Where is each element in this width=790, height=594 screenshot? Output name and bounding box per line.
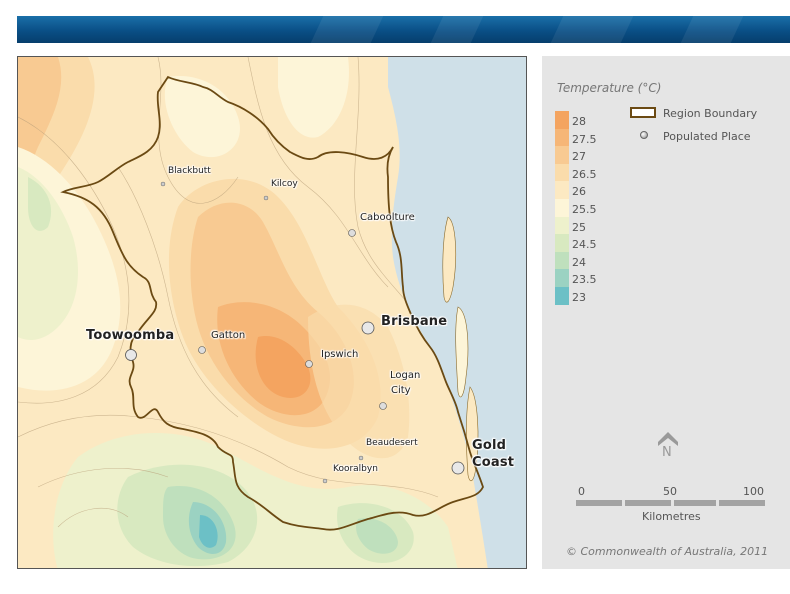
place-marker-brisbane[interactable] [361,321,375,335]
place-marker-gold-coast[interactable] [451,461,465,475]
place-marker-beaudesert[interactable] [358,455,364,461]
place-marker-kilcoy[interactable] [263,195,269,201]
banner-decoration [550,16,634,43]
scale-swatch [555,181,569,200]
scalebar-tick-0: 0 [578,485,585,498]
temperature-map[interactable]: Blackbutt Kilcoy Caboolture Brisbane Too… [17,56,527,569]
place-label-blackbutt: Blackbutt [168,166,211,176]
place-label-gold-coast-line2: Coast [472,455,515,470]
legend-panel: Temperature (°C) 28 27.5 27 26.5 26 25.5 25 24.… [542,56,790,569]
scale-swatch [555,163,569,182]
place-label-beaudesert: Beaudesert [366,438,418,448]
scale-swatch [555,234,569,253]
scale-label: 26.5 [572,167,597,181]
place-marker-toowoomba[interactable] [125,349,137,361]
place-marker-blackbutt[interactable] [160,181,166,187]
place-label-logan-line1: Logan [390,370,421,381]
scalebar-tick-100: 100 [743,485,764,498]
copyright-notice: © Commonwealth of Australia, 2011 [566,545,769,558]
scale-swatch [555,111,569,130]
scalebar-tick-50: 50 [663,485,677,498]
region-boundary-label: Region Boundary [663,107,758,120]
place-label-caboolture: Caboolture [360,212,415,223]
populated-place-label: Populated Place [663,130,751,143]
scale-label: 25.5 [572,203,597,216]
place-label-brisbane: Brisbane [381,314,448,329]
scale-swatch [555,269,569,288]
banner-decoration [430,16,484,43]
scale-label: 23 [572,291,586,304]
place-label-ipswich: Ipswich [321,349,359,360]
place-marker-kooralbyn[interactable] [322,478,328,484]
place-marker-ipswich[interactable] [305,360,313,368]
place-label-kilcoy: Kilcoy [271,179,298,189]
place-label-kooralbyn: Kooralbyn [333,464,378,474]
scale-label: 27 [572,150,586,164]
header-banner [17,16,790,43]
place-label-toowoomba: Toowoomba [86,328,175,343]
place-marker-logan[interactable] [379,402,387,410]
scale-label: 24 [572,255,586,269]
scale-label: 24.5 [572,238,597,252]
region-boundary-swatch [630,107,656,118]
scale-swatch [555,128,569,147]
map-canvas [18,57,526,568]
legend-title: Temperature (°C) [557,81,662,95]
populated-place-swatch [640,131,648,139]
scalebar-segment [719,500,765,506]
place-label-gatton: Gatton [211,330,246,341]
scale-label: 26 [572,185,586,199]
scale-swatch [555,251,569,270]
scalebar-segment [674,500,716,506]
scale-label: 28 [572,115,586,128]
place-label-logan-line2: City [391,385,411,396]
place-label-gold-coast-line1: Gold [472,438,507,453]
scale-swatch [555,199,569,218]
scale-swatch [555,287,569,306]
north-label: N [662,445,672,460]
scale-swatch [555,146,569,165]
scalebar-segment [625,500,671,506]
scale-swatch [555,216,569,235]
scalebar-segment [576,500,622,506]
scale-label: 23.5 [572,273,597,287]
place-marker-gatton[interactable] [198,346,206,354]
scalebar-units: Kilometres [642,510,701,523]
banner-decoration [680,16,744,43]
scale-label: 27.5 [572,132,597,146]
place-marker-caboolture[interactable] [348,229,356,237]
banner-decoration [310,16,384,43]
scale-label: 25 [572,220,586,234]
